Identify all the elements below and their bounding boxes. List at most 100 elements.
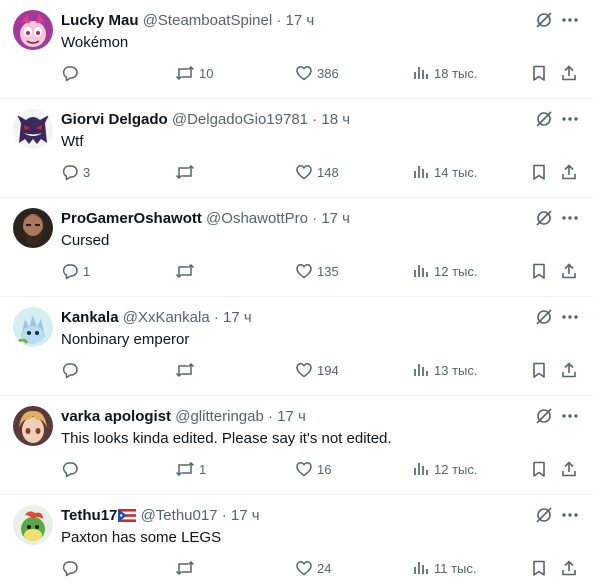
tweet-text: Wokémon: [61, 34, 129, 51]
heart-icon: [296, 363, 312, 378]
timestamp[interactable]: 17 ч: [231, 507, 260, 524]
bookmark-button[interactable]: [530, 62, 552, 84]
grok-icon[interactable]: [535, 110, 553, 128]
views-chart-icon: [414, 265, 428, 277]
display-name[interactable]: Giorvi Delgado: [61, 111, 168, 128]
views-button[interactable]: 12 тыс.: [412, 458, 477, 480]
more-options-icon[interactable]: [560, 210, 580, 226]
bookmark-button[interactable]: [530, 260, 552, 282]
display-name[interactable]: Tethu17: [61, 507, 117, 524]
grok-icon[interactable]: [535, 506, 553, 524]
tweet[interactable]: varka apologist @glitteringab · 17 ч Thi…: [0, 396, 593, 495]
tweet[interactable]: Lucky Mau @SteamboatSpinel · 17 ч Wokémo…: [0, 0, 593, 99]
views-chart-icon: [414, 364, 428, 376]
avatar[interactable]: [13, 505, 53, 545]
user-handle[interactable]: @Tethu017: [141, 507, 218, 524]
avatar[interactable]: [13, 10, 53, 50]
grok-icon[interactable]: [535, 209, 553, 227]
share-button[interactable]: [560, 161, 582, 183]
like-count: 24: [317, 560, 332, 576]
timestamp[interactable]: 17 ч: [321, 210, 350, 227]
reply-button[interactable]: [61, 359, 83, 381]
retweet-count: 1: [199, 461, 207, 477]
display-name[interactable]: ProGamerOshawott: [61, 210, 202, 227]
retweet-button[interactable]: 1: [175, 458, 206, 480]
timestamp[interactable]: 17 ч: [277, 408, 306, 425]
share-button[interactable]: [560, 260, 582, 282]
retweet-button[interactable]: 10: [175, 62, 213, 84]
reply-button[interactable]: 3: [61, 161, 90, 183]
share-button[interactable]: [560, 359, 582, 381]
reply-icon: [62, 264, 78, 280]
avatar[interactable]: [13, 208, 53, 248]
like-button[interactable]: 16: [295, 458, 331, 480]
reply-button[interactable]: [61, 62, 83, 84]
display-name[interactable]: Lucky Mau: [61, 12, 139, 29]
share-button[interactable]: [560, 557, 582, 579]
grok-icon[interactable]: [535, 308, 553, 326]
share-button[interactable]: [560, 62, 582, 84]
tweet[interactable]: Giorvi Delgado @DelgadoGio19781 · 18 ч W…: [0, 99, 593, 198]
retweet-button[interactable]: [175, 260, 199, 282]
avatar[interactable]: [13, 307, 53, 347]
separator: ·: [263, 408, 278, 425]
user-handle[interactable]: @DelgadoGio19781: [172, 111, 308, 128]
views-button[interactable]: 11 тыс.: [412, 557, 477, 579]
user-handle[interactable]: @glitteringab: [175, 408, 264, 425]
like-count: 135: [317, 263, 339, 279]
views-button[interactable]: 13 тыс.: [412, 359, 477, 381]
like-button[interactable]: 24: [295, 557, 331, 579]
views-button[interactable]: 18 тыс.: [412, 62, 477, 84]
tweet[interactable]: Tethu17 @Tethu017 · 17 ч Paxton has some…: [0, 495, 593, 588]
like-button[interactable]: 194: [295, 359, 339, 381]
more-options-icon[interactable]: [560, 309, 580, 325]
views-button[interactable]: 14 тыс.: [412, 161, 477, 183]
display-name[interactable]: Kankala: [61, 309, 119, 326]
reply-icon: [62, 66, 78, 82]
reply-feed: Lucky Mau @SteamboatSpinel · 17 ч Wokémo…: [0, 0, 593, 588]
bookmark-button[interactable]: [530, 359, 552, 381]
bookmark-button[interactable]: [530, 458, 552, 480]
more-options-icon[interactable]: [560, 12, 580, 28]
views-chart-icon: [414, 463, 428, 475]
reply-button[interactable]: [61, 557, 83, 579]
user-handle[interactable]: @OshawottPro: [206, 210, 308, 227]
timestamp[interactable]: 17 ч: [223, 309, 252, 326]
avatar[interactable]: [13, 109, 53, 149]
separator: ·: [308, 111, 322, 128]
grok-icon[interactable]: [535, 407, 553, 425]
tweet[interactable]: Kankala @XxKankala · 17 ч Nonbinary empe…: [0, 297, 593, 396]
timestamp[interactable]: 18 ч: [321, 111, 350, 128]
retweet-button[interactable]: [175, 359, 199, 381]
tweet-header: Kankala @XxKankala · 17 ч: [61, 308, 511, 328]
retweet-button[interactable]: [175, 161, 199, 183]
reply-button[interactable]: 1: [61, 260, 90, 282]
user-handle[interactable]: @XxKankala: [123, 309, 210, 326]
share-button[interactable]: [560, 458, 582, 480]
timestamp[interactable]: 17 ч: [286, 12, 315, 29]
like-button[interactable]: 135: [295, 260, 339, 282]
retweet-icon: [175, 164, 195, 180]
grok-icon[interactable]: [535, 11, 553, 29]
more-options-icon[interactable]: [560, 408, 580, 424]
retweet-button[interactable]: [175, 557, 199, 579]
view-count: 18 тыс.: [434, 65, 478, 81]
more-options-icon[interactable]: [560, 111, 580, 127]
bookmark-button[interactable]: [530, 557, 552, 579]
avatar[interactable]: [13, 406, 53, 446]
like-button[interactable]: 148: [295, 161, 339, 183]
views-button[interactable]: 12 тыс.: [412, 260, 477, 282]
heart-icon: [296, 462, 312, 477]
bookmark-button[interactable]: [530, 161, 552, 183]
heart-icon: [296, 66, 312, 81]
user-handle[interactable]: @SteamboatSpinel: [143, 12, 272, 29]
more-options-icon[interactable]: [560, 507, 580, 523]
reply-button[interactable]: [61, 458, 83, 480]
heart-icon: [296, 561, 312, 576]
like-button[interactable]: 386: [295, 62, 339, 84]
tweet[interactable]: ProGamerOshawott @OshawottPro · 17 ч Cur…: [0, 198, 593, 297]
view-count: 12 тыс.: [434, 461, 478, 477]
display-name[interactable]: varka apologist: [61, 408, 171, 425]
tweet-header: Giorvi Delgado @DelgadoGio19781 · 18 ч: [61, 110, 511, 130]
view-count: 12 тыс.: [434, 263, 478, 279]
